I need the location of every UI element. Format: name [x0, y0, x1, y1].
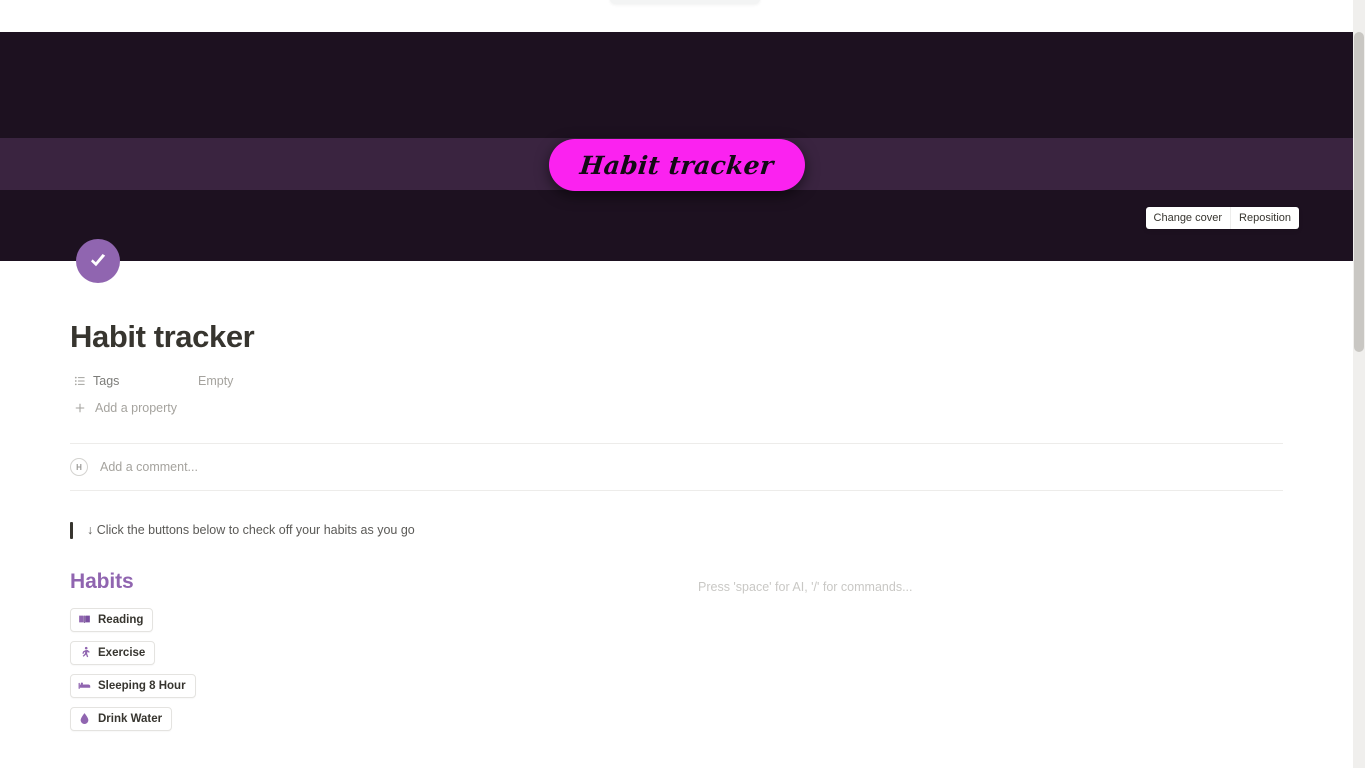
cut-off-popup — [610, 0, 760, 4]
tags-list-icon — [74, 375, 86, 387]
open-book-icon — [78, 613, 91, 626]
top-strip — [0, 0, 1353, 32]
habit-row: Exercise — [70, 640, 1283, 674]
cover-badge: Habit tracker — [548, 139, 805, 191]
plus-icon — [74, 402, 86, 414]
habit-row: Drink Water — [70, 706, 1283, 740]
habit-button-exercise[interactable]: Exercise — [70, 640, 156, 665]
page-scrollbar-track[interactable] — [1353, 0, 1365, 768]
property-label-tags: Tags — [93, 374, 120, 389]
habit-label: Drink Water — [98, 712, 163, 725]
callout-top[interactable]: ↓ Click the buttons below to check off y… — [70, 521, 1283, 540]
add-property-button[interactable]: Add a property — [70, 395, 181, 421]
habit-button-reading[interactable]: Reading — [70, 607, 154, 632]
cover-actions: Change cover Reposition — [1145, 207, 1299, 229]
water-drop-icon — [78, 712, 91, 725]
add-property-label: Add a property — [95, 401, 177, 416]
page-content: Habit tracker Tags Empty Add a property … — [0, 261, 1353, 768]
property-name-tags[interactable]: Tags — [70, 372, 192, 390]
habit-label: Sleeping 8 Hour — [98, 679, 186, 692]
habit-row: Sleeping 8 Hour — [70, 673, 1283, 707]
page-body: Habit tracker Tags Empty Add a property … — [0, 261, 1353, 768]
page-icon-check-circle[interactable] — [76, 239, 120, 283]
change-cover-button[interactable]: Change cover — [1146, 207, 1231, 229]
comment-placeholder: Add a comment... — [100, 460, 198, 475]
quote-bar — [70, 522, 73, 540]
bed-icon — [78, 679, 91, 692]
habit-buttons-list: Reading Exercise Sleeping 8 Hour Drink W… — [70, 607, 1283, 740]
habit-button-sleeping-8-hour[interactable]: Sleeping 8 Hour — [70, 673, 196, 698]
callout-top-text: ↓ Click the buttons below to check off y… — [87, 523, 415, 538]
check-icon — [91, 254, 106, 267]
habit-label: Reading — [98, 613, 144, 626]
running-person-icon — [78, 646, 91, 659]
notion-page-screen: Habit tracker Change cover Reposition Ha… — [0, 0, 1365, 768]
properties-section: Tags Empty Add a property — [70, 367, 1283, 421]
page-scrollbar-thumb[interactable] — [1354, 32, 1364, 352]
habit-label: Exercise — [98, 646, 146, 659]
habit-row: Reading — [70, 607, 1283, 641]
property-row-tags: Tags Empty — [70, 367, 1283, 395]
habit-button-drink-water[interactable]: Drink Water — [70, 706, 173, 731]
cover-badge-text: Habit tracker — [578, 150, 775, 180]
property-value-tags[interactable]: Empty — [192, 372, 239, 390]
habits-heading[interactable]: Habits — [70, 570, 1283, 594]
page-title[interactable]: Habit tracker — [70, 261, 1283, 355]
add-comment-row[interactable]: H Add a comment... — [70, 443, 1283, 492]
avatar: H — [70, 458, 88, 477]
reposition-button[interactable]: Reposition — [1230, 207, 1299, 229]
